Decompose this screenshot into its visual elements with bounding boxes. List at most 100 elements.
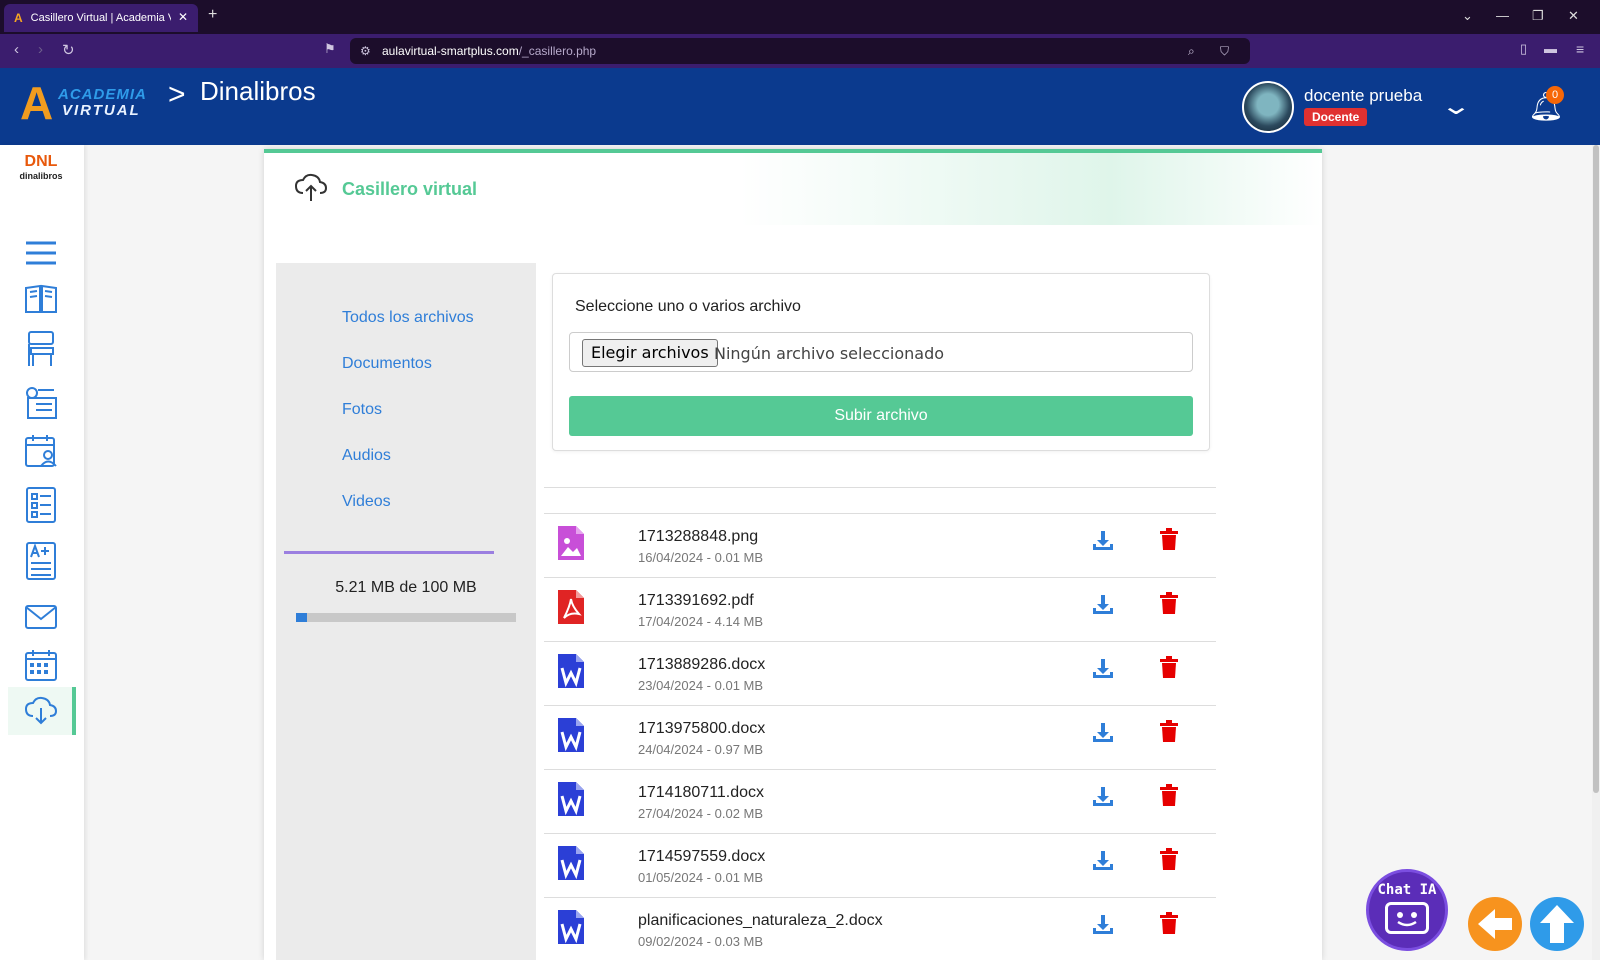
user-menu-chevron-icon[interactable]: ⌄ (1440, 92, 1472, 121)
list-divider (544, 487, 1216, 488)
sidebar-item-locker[interactable] (8, 687, 76, 735)
file-meta: 01/05/2024 - 0.01 MB (638, 870, 764, 885)
browser-menu-icon[interactable]: ≡ (1576, 41, 1584, 57)
sidebar-item-attendance[interactable] (8, 427, 74, 475)
arrow-left-icon (1478, 909, 1512, 939)
tab-close-icon[interactable]: ✕ (178, 10, 188, 24)
download-icon[interactable] (1092, 786, 1114, 808)
logo-line2: VIRTUAL (62, 102, 141, 119)
tab-list-icon[interactable]: ⌄ (1462, 8, 1473, 24)
storage-quota-bar (296, 613, 516, 622)
download-icon[interactable] (1092, 658, 1114, 680)
schedule-icon (26, 387, 57, 419)
url-field[interactable]: ⚙ aulavirtual-smartplus.com/_casillero.p… (350, 38, 1250, 64)
zoom-icon[interactable]: ⌕ (1188, 44, 1195, 59)
chat-ia-label: Chat IA (1377, 882, 1437, 898)
back-nav-icon[interactable]: ‹ (14, 41, 19, 58)
mail-icon (25, 605, 57, 629)
window-close-icon[interactable]: ✕ (1568, 8, 1579, 24)
avatar[interactable] (1242, 81, 1294, 133)
trash-icon[interactable] (1160, 528, 1178, 550)
word-file-icon (558, 654, 584, 688)
storage-quota-text: 5.21 MB de 100 MB (335, 579, 477, 596)
file-meta: 27/04/2024 - 0.02 MB (638, 806, 764, 821)
school-logo-name: dinalibros (19, 171, 63, 181)
trash-icon[interactable] (1160, 784, 1178, 806)
extensions-icon[interactable]: ▬ (1544, 41, 1557, 56)
sidebar-item-grades[interactable] (8, 537, 74, 585)
browser-tab-bar: A Casillero Virtual | Academia Vir ✕ + ⌄… (0, 0, 1600, 34)
filter-photos[interactable]: Fotos (342, 401, 382, 419)
calendar-icon (25, 650, 57, 681)
filter-audios[interactable]: Audios (342, 447, 391, 465)
go-back-button[interactable] (1468, 897, 1522, 951)
role-badge: Docente (1304, 108, 1368, 126)
sidebar-item-messages[interactable] (8, 593, 74, 641)
sidebar-toggle-icon[interactable]: ▯ (1520, 41, 1527, 57)
sidebar-item-classroom[interactable] (8, 325, 74, 373)
file-row: 1713391692.pdf 17/04/2024 - 4.14 MB (544, 578, 1216, 642)
file-row: 1713975800.docx 24/04/2024 - 0.97 MB (544, 706, 1216, 770)
filter-all-files[interactable]: Todos los archivos (342, 309, 474, 327)
choose-files-button[interactable]: Elegir archivos (582, 339, 718, 367)
trash-icon[interactable] (1160, 848, 1178, 870)
file-meta: 16/04/2024 - 0.01 MB (638, 550, 764, 565)
sidebar-item-tasks[interactable] (8, 481, 74, 529)
filter-videos[interactable]: Videos (342, 493, 391, 511)
sidebar-item-courses[interactable] (8, 275, 74, 323)
cloud-upload-icon (294, 173, 328, 201)
site-settings-icon[interactable]: ⚙ (360, 44, 371, 58)
trash-icon[interactable] (1160, 912, 1178, 934)
page-title: Dinalibros (200, 76, 316, 106)
download-icon[interactable] (1092, 530, 1114, 552)
upload-form: Seleccione uno o varios archivo Elegir a… (552, 273, 1210, 451)
app-header: A ACADEMIA VIRTUAL > Dinalibros docente … (0, 68, 1600, 145)
download-icon[interactable] (1092, 914, 1114, 936)
breadcrumb-separator: > (168, 78, 186, 111)
school-logo[interactable]: DNL dinalibros (14, 153, 68, 193)
browser-tab[interactable]: A Casillero Virtual | Academia Vir ✕ (4, 4, 198, 32)
shield-icon[interactable]: ⛉ (1220, 44, 1229, 59)
filter-divider (284, 551, 494, 554)
filter-panel: Todos los archivos Documentos Fotos Audi… (276, 263, 536, 960)
file-input[interactable]: Elegir archivos Ningún archivo seleccion… (569, 332, 1193, 372)
sidebar-item-schedule[interactable] (8, 379, 74, 427)
file-meta: 24/04/2024 - 0.97 MB (638, 742, 764, 757)
logo-line1: ACADEMIA (58, 86, 147, 103)
file-meta: 23/04/2024 - 0.01 MB (638, 678, 764, 693)
minimize-icon[interactable]: — (1496, 8, 1509, 23)
download-icon[interactable] (1092, 850, 1114, 872)
tab-favicon-icon: A (14, 11, 23, 25)
trash-icon[interactable] (1160, 656, 1178, 678)
file-row: 1714180711.docx 27/04/2024 - 0.02 MB (544, 770, 1216, 834)
upload-file-button[interactable]: Subir archivo (569, 396, 1193, 436)
bookmark-icon[interactable]: ⚑ (324, 41, 336, 57)
download-icon[interactable] (1092, 594, 1114, 616)
download-icon[interactable] (1092, 722, 1114, 744)
file-name: 1713391692.pdf (638, 592, 754, 609)
new-tab-button[interactable]: + (208, 6, 217, 24)
page-scrollbar[interactable] (1593, 145, 1599, 793)
academia-virtual-logo[interactable]: A ACADEMIA VIRTUAL (20, 80, 147, 126)
filter-documents[interactable]: Documentos (342, 355, 432, 373)
checklist-icon (26, 487, 56, 523)
chat-ia-button[interactable]: Chat IA (1366, 869, 1448, 951)
file-row: 1713288848.png 16/04/2024 - 0.01 MB (544, 514, 1216, 578)
file-meta: 17/04/2024 - 4.14 MB (638, 614, 764, 629)
reload-icon[interactable]: ↻ (62, 41, 75, 59)
trash-icon[interactable] (1160, 720, 1178, 742)
sidebar-item-calendar[interactable] (8, 641, 74, 689)
file-name: 1713975800.docx (638, 720, 766, 737)
card-header: Casillero virtual (264, 153, 1322, 225)
tab-title: Casillero Virtual | Academia Vir (30, 12, 171, 24)
left-sidebar: DNL dinalibros (0, 145, 84, 960)
desk-icon (28, 331, 54, 366)
restore-icon[interactable]: ❐ (1532, 8, 1544, 24)
book-icon (25, 284, 57, 313)
user-name[interactable]: docente prueba (1304, 86, 1422, 106)
sidebar-item-menu[interactable] (8, 229, 74, 277)
forward-nav-icon[interactable]: › (38, 41, 43, 58)
robot-face-icon (1385, 902, 1429, 934)
scroll-to-top-button[interactable] (1530, 897, 1584, 951)
trash-icon[interactable] (1160, 592, 1178, 614)
